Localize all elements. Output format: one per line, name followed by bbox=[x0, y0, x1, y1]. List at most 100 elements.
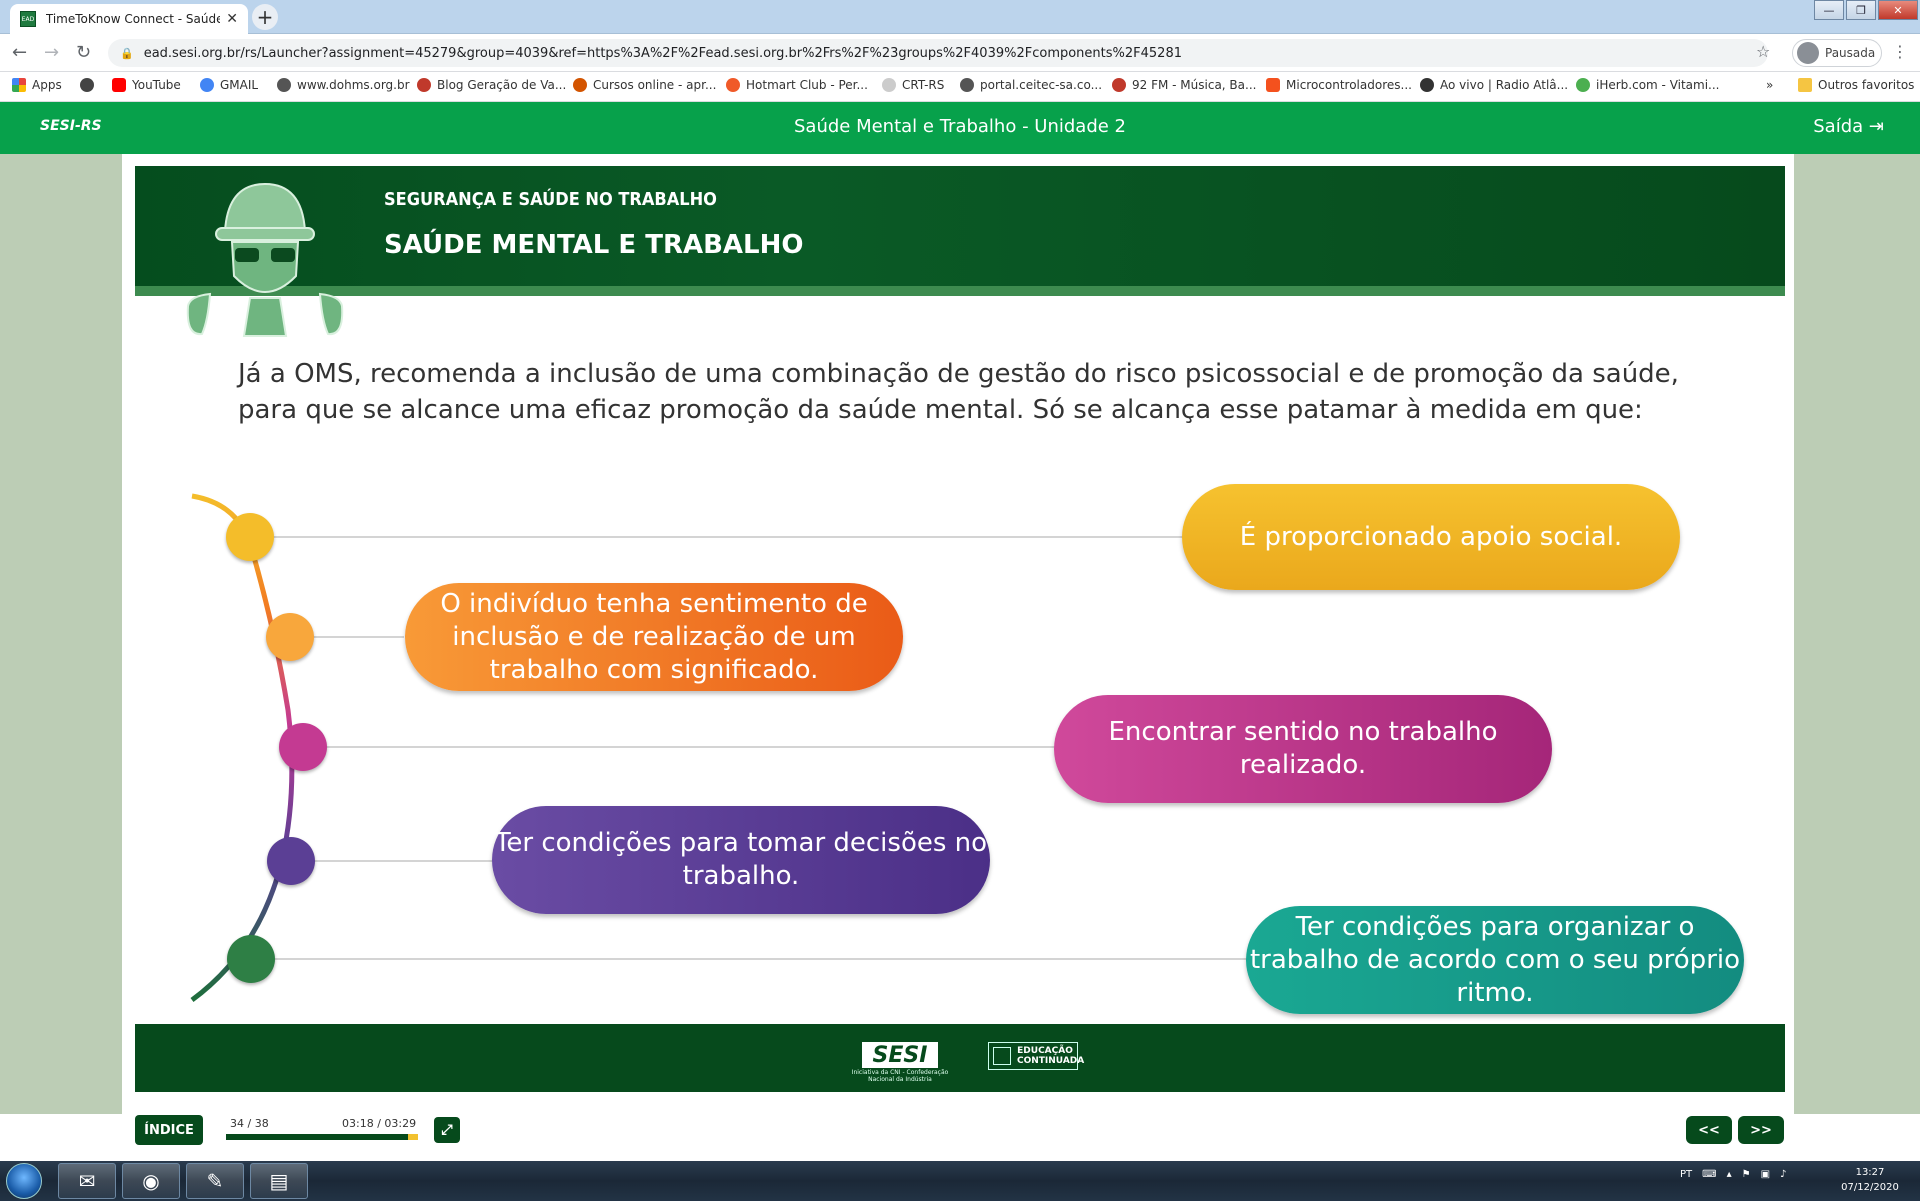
forward-arrow-icon[interactable]: → bbox=[44, 42, 59, 63]
bookmark-star-icon[interactable]: ☆ bbox=[1756, 42, 1770, 61]
bookmark-label: YouTube bbox=[132, 78, 181, 92]
back-arrow-icon[interactable]: ← bbox=[12, 42, 27, 63]
connector-line bbox=[314, 860, 494, 862]
bookmark-dohms[interactable]: www.dohms.org.br bbox=[277, 78, 410, 92]
bookmark-crt[interactable]: CRT-RS bbox=[882, 78, 944, 92]
flag-icon[interactable]: ⚑ bbox=[1742, 1169, 1751, 1180]
address-bar[interactable]: 🔒 ead.sesi.org.br/rs/Launcher?assignment… bbox=[108, 39, 1768, 67]
timeline-dot bbox=[226, 513, 274, 561]
page-counter: 34 / 38 bbox=[230, 1117, 269, 1130]
bookmark-label: portal.ceitec-sa.co... bbox=[980, 78, 1103, 92]
bookmark-label: GMAIL bbox=[220, 78, 259, 92]
bookmark-label: Outros favoritos bbox=[1818, 78, 1915, 92]
time-counter: 03:18 / 03:29 bbox=[342, 1117, 417, 1130]
profile-status: Pausada bbox=[1825, 46, 1876, 60]
exit-button[interactable]: Saída ⇥ bbox=[1813, 116, 1884, 137]
bookmark-label: CRT-RS bbox=[902, 78, 945, 92]
new-tab-button[interactable]: + bbox=[252, 4, 278, 30]
bookmark-label: Cursos online - apr... bbox=[593, 78, 717, 92]
hotmart-flame-icon bbox=[726, 78, 740, 92]
leaf-icon bbox=[1576, 78, 1590, 92]
close-tab-icon[interactable]: ✕ bbox=[226, 11, 238, 27]
bookmark-hotmart[interactable]: Hotmart Club - Per... bbox=[726, 78, 868, 92]
previous-button[interactable]: << bbox=[1686, 1116, 1732, 1144]
bookmark-radio-atlantida[interactable]: Ao vivo | Radio Atlâ... bbox=[1420, 78, 1568, 92]
intro-paragraph: Já a OMS, recomenda a inclusão de uma co… bbox=[238, 359, 1679, 425]
timeline-dot bbox=[279, 723, 327, 771]
radio-icon bbox=[1112, 78, 1126, 92]
timeline-dot bbox=[267, 837, 315, 885]
bookmark-globe[interactable] bbox=[80, 78, 100, 92]
bookmark-label: Ao vivo | Radio Atlâ... bbox=[1440, 78, 1569, 92]
keyboard-icon[interactable]: ⌨ bbox=[1702, 1169, 1716, 1180]
volume-icon[interactable]: ♪ bbox=[1780, 1169, 1786, 1180]
timeline-item-own-pace: Ter condições para organizar o trabalho … bbox=[1246, 906, 1744, 1014]
sesi-caption: Iniciativa da CNI - Confederação Naciona… bbox=[851, 1069, 949, 1083]
bookmark-92fm[interactable]: 92 FM - Música, Ba... bbox=[1112, 78, 1256, 92]
clock-date: 07/12/2020 bbox=[1841, 1182, 1899, 1193]
chrome-icon[interactable]: ◉ bbox=[122, 1163, 180, 1199]
bookmark-gmail[interactable]: GMAIL bbox=[200, 78, 258, 92]
educacao-continuada-logo: EDUCAÇÃO CONTINUADA bbox=[988, 1042, 1084, 1070]
course-title: SAÚDE MENTAL E TRABALHO bbox=[384, 230, 804, 260]
bookmark-microcontroladores[interactable]: Microcontroladores... bbox=[1266, 78, 1412, 92]
profile-button[interactable]: Pausada bbox=[1792, 39, 1882, 67]
bookmarks-overflow-button[interactable]: » bbox=[1766, 78, 1773, 92]
timeline-dot bbox=[266, 613, 314, 661]
crt-icon bbox=[882, 78, 896, 92]
globe-icon bbox=[277, 78, 291, 92]
browser-tab-strip: EAD TimeToKnow Connect - Saúde M ✕ + — ❐… bbox=[0, 0, 1920, 34]
timeline-dot bbox=[227, 935, 275, 983]
minimize-window-button[interactable]: — bbox=[1814, 0, 1844, 20]
bookmark-cursos[interactable]: Cursos online - apr... bbox=[573, 78, 716, 92]
bookmark-blog[interactable]: Blog Geração de Va... bbox=[417, 78, 566, 92]
youtube-icon bbox=[112, 78, 126, 92]
bookmark-label: Blog Geração de Va... bbox=[437, 78, 567, 92]
show-hidden-icons-icon[interactable]: ▴ bbox=[1727, 1169, 1732, 1180]
browser-menu-icon[interactable]: ⋮ bbox=[1892, 42, 1908, 61]
paint-icon[interactable]: ✎ bbox=[186, 1163, 244, 1199]
exit-label: Saída bbox=[1813, 116, 1864, 137]
timeline-item-meaning: Encontrar sentido no trabalho realizado. bbox=[1054, 695, 1552, 803]
other-favorites-folder[interactable]: Outros favoritos bbox=[1798, 78, 1914, 92]
blogger-icon bbox=[1266, 78, 1280, 92]
next-button[interactable]: >> bbox=[1738, 1116, 1784, 1144]
progress-bar[interactable] bbox=[226, 1134, 418, 1140]
bookmark-iherb[interactable]: iHerb.com - Vitami... bbox=[1576, 78, 1720, 92]
system-tray: PT ⌨ ▴ ⚑ ▣ ♪ bbox=[1680, 1169, 1786, 1180]
index-button[interactable]: ÍNDICE bbox=[135, 1115, 203, 1145]
ead-favicon-icon: EAD bbox=[20, 11, 36, 27]
reload-icon[interactable]: ↻ bbox=[76, 42, 91, 63]
fullscreen-expand-icon[interactable]: ⤢ bbox=[434, 1117, 460, 1143]
network-icon[interactable]: ▣ bbox=[1761, 1169, 1770, 1180]
globe-icon bbox=[80, 78, 94, 92]
connector-line bbox=[275, 958, 1275, 960]
bookmark-ceitec[interactable]: portal.ceitec-sa.co... bbox=[960, 78, 1102, 92]
cursos-icon bbox=[573, 78, 587, 92]
desktop-gap bbox=[0, 1149, 1920, 1161]
bookmark-youtube[interactable]: YouTube bbox=[112, 78, 181, 92]
exit-icon: ⇥ bbox=[1868, 116, 1884, 137]
tree-icon bbox=[993, 1047, 1011, 1065]
language-indicator[interactable]: PT bbox=[1680, 1169, 1692, 1180]
bookmark-apps[interactable]: Apps bbox=[12, 78, 62, 92]
system-clock[interactable]: 13:27 07/12/2020 bbox=[1830, 1165, 1910, 1195]
windows-start-icon[interactable] bbox=[6, 1163, 42, 1199]
url-text: ead.sesi.org.br/rs/Launcher?assignment=4… bbox=[143, 45, 1182, 61]
timeline-item-decisions: Ter condições para tomar decisões no tra… bbox=[492, 806, 990, 914]
outlook-icon[interactable]: ✉ bbox=[58, 1163, 116, 1199]
safety-worker-mascot-icon bbox=[186, 182, 344, 337]
explorer-folder-icon[interactable]: ▤ bbox=[250, 1163, 308, 1199]
timeline-item-social-support: É proporcionado apoio social. bbox=[1182, 484, 1680, 590]
sesi-logo: SESI bbox=[862, 1042, 938, 1068]
bookmark-label: 92 FM - Música, Ba... bbox=[1132, 78, 1257, 92]
apps-grid-icon bbox=[12, 78, 26, 92]
bookmark-label: Hotmart Club - Per... bbox=[746, 78, 868, 92]
close-window-button[interactable]: ✕ bbox=[1878, 0, 1918, 20]
tab-title: TimeToKnow Connect - Saúde M bbox=[45, 12, 221, 26]
course-banner bbox=[135, 166, 1785, 296]
browser-tab-active[interactable]: EAD TimeToKnow Connect - Saúde M ✕ bbox=[10, 4, 248, 34]
timeline-item-inclusion: O indivíduo tenha sentimento de inclusão… bbox=[405, 583, 903, 691]
bookmark-label: Apps bbox=[32, 78, 62, 92]
maximize-window-button[interactable]: ❐ bbox=[1846, 0, 1876, 20]
